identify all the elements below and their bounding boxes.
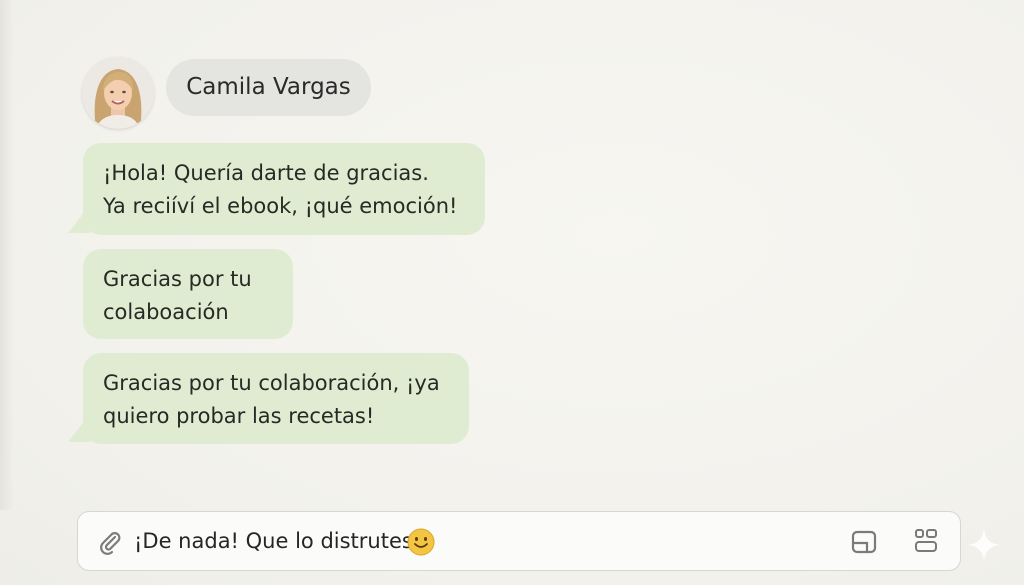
sparkle-icon [965,526,1003,564]
message-line: colaboación [103,300,229,324]
message-line: Gracias por tu [103,267,252,291]
sticker-icon[interactable] [850,528,878,556]
message-input[interactable]: ¡De nada! Que lo distrutes. [134,512,420,570]
message-bubble[interactable]: Gracias por tu colaboración, ¡ya quiero … [83,353,469,444]
message-bubble[interactable]: Gracias por tu colaboación [83,249,293,339]
contact-avatar[interactable] [82,57,154,129]
message-line: quiero probar las recetas! [103,404,375,428]
smiling-face-icon[interactable] [407,528,435,556]
message-bubble[interactable]: ¡Hola! Quería darte de gracias. Ya recií… [83,143,485,235]
paperclip-icon[interactable] [96,528,124,556]
message-line: ¡Hola! Quería darte de gracias. [103,161,429,185]
message-line: Ya reciíví el ebook, ¡qué emoción! [103,194,458,218]
left-edge-shadow [0,0,14,510]
message-line: Gracias por tu colaboración, ¡ya [103,371,440,395]
apps-icon[interactable] [912,526,940,556]
contact-name[interactable]: Camila Vargas [166,59,371,116]
chat-screen: Camila Vargas ¡Hola! Quería darte de gra… [0,0,1024,585]
message-composer[interactable]: ¡De nada! Que lo distrutes. [77,511,961,571]
